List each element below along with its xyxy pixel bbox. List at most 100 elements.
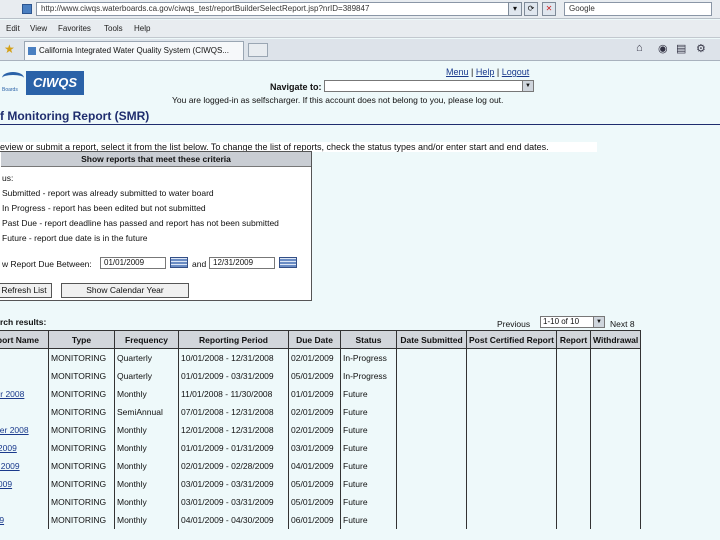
post-certified-cell	[465, 474, 558, 493]
due-date-cell: 05/01/2009	[288, 492, 341, 511]
status-submitted-checkbox[interactable]: Submitted - report was already submitted…	[2, 188, 214, 198]
withdrawal-cell	[590, 438, 642, 457]
col-withdrawal[interactable]: Withdrawal	[590, 330, 642, 349]
feeds-icon[interactable]: ◉	[658, 42, 668, 55]
favorites-star-icon[interactable]: ★	[4, 42, 15, 56]
col-report-name[interactable]: Report Name	[0, 330, 49, 349]
post-certified-cell	[465, 366, 558, 385]
calendar-icon[interactable]	[279, 257, 297, 268]
col-frequency[interactable]: Frequency	[114, 330, 179, 349]
col-reporting-period[interactable]: Reporting Period	[178, 330, 289, 349]
browser-tab[interactable]: California Integrated Water Quality Syst…	[24, 41, 244, 60]
chevron-down-icon[interactable]: ▼	[593, 317, 604, 327]
menu-favorites[interactable]: Favorites	[58, 24, 91, 33]
top-links: Menu | Help | Logout	[446, 67, 529, 77]
logged-in-text: You are logged-in as selfscharger. If th…	[172, 95, 504, 105]
report-name-link[interactable]: 2009	[0, 492, 49, 511]
menu-link[interactable]: Menu	[446, 67, 469, 77]
reporting-period-cell: 04/01/2009 - 04/30/2009	[178, 510, 289, 529]
status-in-progress-checkbox[interactable]: In Progress - report has been edited but…	[2, 203, 206, 213]
menu-help[interactable]: Help	[134, 24, 150, 33]
table-header-row: Report Name Type Frequency Reporting Per…	[0, 330, 642, 349]
col-due-date[interactable]: Due Date	[288, 330, 341, 349]
col-status[interactable]: Status	[340, 330, 397, 349]
report-cell	[556, 510, 592, 529]
logo-text: CIWQS	[26, 71, 84, 95]
table-row: 2008MONITORINGSemiAnnual07/01/2008 - 12/…	[0, 402, 642, 421]
link-separator: |	[496, 67, 500, 77]
report-name-link[interactable]: 2009	[0, 366, 49, 385]
print-icon[interactable]: ▤	[676, 42, 686, 55]
due-date-cell: 02/01/2009	[288, 420, 341, 439]
due-date-cell: 04/01/2009	[288, 456, 341, 475]
menu-tools[interactable]: Tools	[104, 24, 123, 33]
reporting-period-cell: 10/01/2008 - 12/31/2008	[178, 348, 289, 367]
table-row: 2008MONITORINGQuarterly10/01/2008 - 12/3…	[0, 348, 642, 367]
report-name-link[interactable]: 2008	[0, 348, 49, 367]
post-certified-cell	[465, 438, 558, 457]
report-name-link[interactable]: il 2009	[0, 510, 49, 529]
col-post-certified-report[interactable]: Post Certified Report	[465, 330, 558, 349]
navigate-select[interactable]: ▼	[324, 80, 534, 92]
status-cell: Future	[340, 438, 397, 457]
logout-link[interactable]: Logout	[502, 67, 530, 77]
end-date-input[interactable]: 12/31/2009	[209, 257, 275, 269]
frequency-cell: SemiAnnual	[114, 402, 179, 421]
search-results-label: rch results:	[0, 317, 47, 327]
type-cell: MONITORING	[48, 384, 115, 403]
dropdown-arrow-icon[interactable]: ▾	[508, 2, 522, 16]
status-label: us:	[2, 173, 14, 183]
post-certified-cell	[465, 510, 558, 529]
status-cell: Future	[340, 420, 397, 439]
calendar-icon[interactable]	[170, 257, 188, 268]
post-certified-cell	[465, 384, 558, 403]
report-name-link[interactable]: uary 2009	[0, 438, 49, 457]
table-row: 2009MONITORINGMonthly03/01/2009 - 03/31/…	[0, 492, 642, 511]
withdrawal-cell	[590, 474, 642, 493]
status-future-checkbox[interactable]: Future - report due date is in the futur…	[2, 233, 148, 243]
type-cell: MONITORING	[48, 492, 115, 511]
status-cell: Future	[340, 510, 397, 529]
due-date-cell: 01/01/2009	[288, 384, 341, 403]
next-link[interactable]: Next 8	[610, 319, 635, 329]
status-cell: Future	[340, 384, 397, 403]
report-name-link[interactable]: 2008	[0, 402, 49, 421]
post-certified-cell	[465, 492, 558, 511]
type-cell: MONITORING	[48, 456, 115, 475]
results-body: 2008MONITORINGQuarterly10/01/2008 - 12/3…	[0, 348, 642, 529]
url-field[interactable]: http://www.ciwqs.waterboards.ca.gov/ciwq…	[36, 2, 520, 16]
frequency-cell: Quarterly	[114, 366, 179, 385]
new-tab-button[interactable]	[248, 43, 268, 57]
frequency-cell: Monthly	[114, 492, 179, 511]
menu-edit[interactable]: Edit	[6, 24, 20, 33]
tab-bar: ★ California Integrated Water Quality Sy…	[0, 39, 720, 61]
report-name-link[interactable]: cember 2008	[0, 420, 49, 439]
col-type[interactable]: Type	[48, 330, 115, 349]
stop-icon[interactable]: ✕	[542, 2, 556, 16]
menu-view[interactable]: View	[30, 24, 47, 33]
refresh-icon[interactable]: ⟳	[524, 2, 538, 16]
chevron-down-icon[interactable]: ▼	[522, 81, 533, 91]
page-menu-icon[interactable]: ⚙	[696, 42, 706, 55]
show-calendar-year-button[interactable]: Show Calendar Year	[61, 283, 189, 298]
home-icon[interactable]: ⌂	[636, 42, 643, 54]
start-date-input[interactable]: 01/01/2009	[100, 257, 166, 269]
page-icon	[22, 4, 32, 14]
due-date-cell: 02/01/2009	[288, 402, 341, 421]
tab-page-icon	[28, 47, 36, 55]
help-link[interactable]: Help	[476, 67, 495, 77]
due-date-cell: 05/01/2009	[288, 366, 341, 385]
report-name-link[interactable]: rch 2009	[0, 474, 49, 493]
due-date-cell: 06/01/2009	[288, 510, 341, 529]
col-report[interactable]: Report	[556, 330, 592, 349]
page-select[interactable]: 1-10 of 10 ▼	[540, 316, 605, 328]
col-date-submitted[interactable]: Date Submitted	[396, 330, 467, 349]
report-name-link[interactable]: ember 2008	[0, 384, 49, 403]
search-input[interactable]: Google	[564, 2, 712, 16]
report-name-link[interactable]: ruary 2009	[0, 456, 49, 475]
status-past-due-checkbox[interactable]: Past Due - report deadline has passed an…	[2, 218, 279, 228]
type-cell: MONITORING	[48, 402, 115, 421]
and-label: and	[192, 259, 207, 269]
refresh-list-button[interactable]: Refresh List	[0, 283, 52, 298]
report-cell	[556, 474, 592, 493]
